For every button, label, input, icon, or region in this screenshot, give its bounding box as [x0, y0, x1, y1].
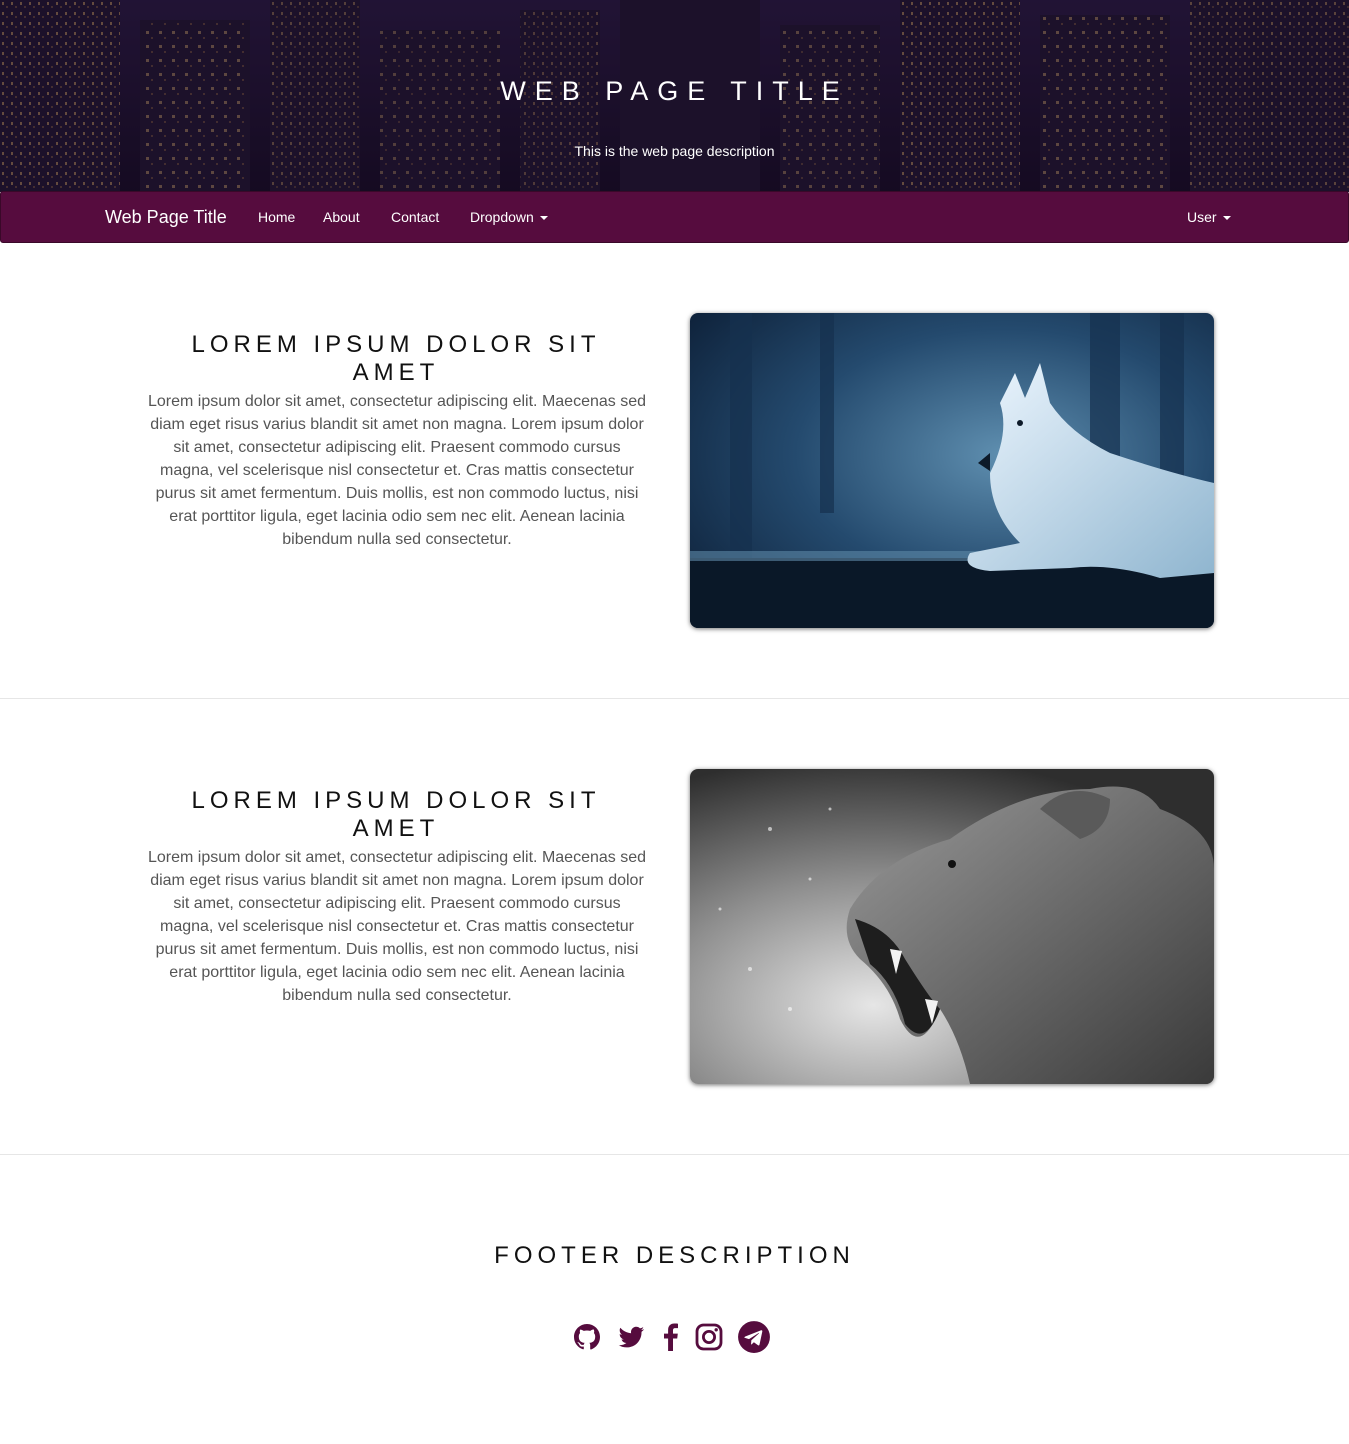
caret-down-icon [539, 216, 548, 221]
nav-item-home[interactable]: Home [258, 209, 295, 225]
github-icon[interactable] [571, 1321, 603, 1353]
caret-down-icon [1222, 216, 1231, 221]
wolf-image [690, 313, 1214, 628]
lioness-image [690, 769, 1214, 1084]
section-text: Lorem ipsum dolor sit amet, consectetur … [147, 849, 646, 1004]
section-heading: LOREM IPSUM DOLOR SIT AMET [191, 787, 601, 842]
section-heading: LOREM IPSUM DOLOR SIT AMET [191, 331, 601, 386]
nav-item-about[interactable]: About [323, 209, 360, 225]
section-divider [0, 1154, 1349, 1155]
footer-title: FOOTER DESCRIPTION [494, 1242, 855, 1269]
nav-dropdown-label: Dropdown [470, 209, 534, 225]
nav-user-menu[interactable]: User [1187, 209, 1231, 225]
section-divider [0, 698, 1349, 699]
page-title: WEB PAGE TITLE [500, 76, 849, 106]
facebook-icon[interactable] [655, 1321, 687, 1353]
nav-item-contact[interactable]: Contact [391, 209, 439, 225]
section-text: Lorem ipsum dolor sit amet, consectetur … [147, 393, 646, 548]
hero-header: WEB PAGE TITLE This is the web page desc… [0, 0, 1349, 192]
instagram-icon[interactable] [693, 1321, 725, 1353]
nav-item-dropdown[interactable]: Dropdown [470, 209, 548, 225]
nav-user-label: User [1187, 209, 1217, 225]
telegram-icon[interactable] [737, 1320, 771, 1354]
page-description: This is the web page description [574, 143, 775, 159]
navbar: Web Page Title Home About Contact Dropdo… [0, 191, 1349, 243]
navbar-brand[interactable]: Web Page Title [105, 207, 227, 228]
twitter-icon[interactable] [615, 1321, 647, 1353]
